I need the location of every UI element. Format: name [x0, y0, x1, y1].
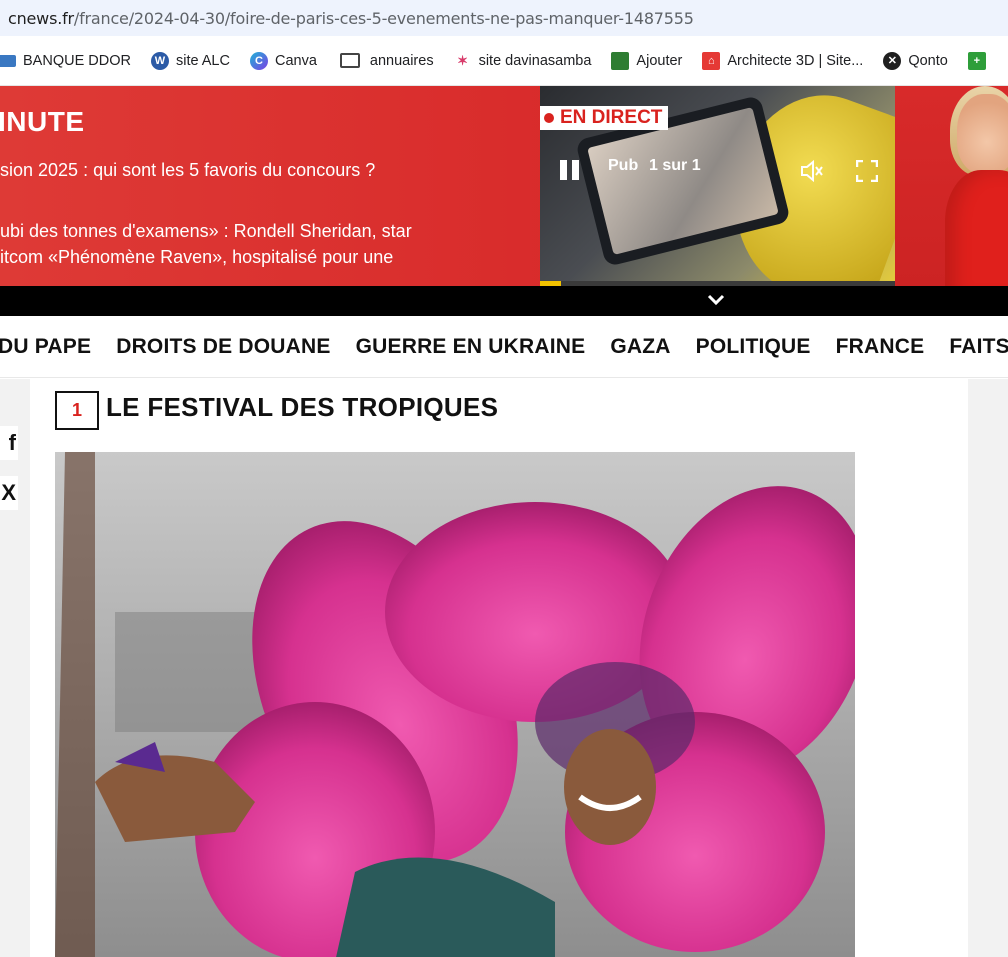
bookmark-site-alc[interactable]: W site ALC [150, 51, 230, 70]
headline-line: ubi des tonnes d'examens» : Rondell Sher… [0, 221, 412, 241]
bookmark-site-davinasamba[interactable]: ✶ site davinasamba [454, 52, 592, 70]
bookmark-architecte-3d[interactable]: ⌂ Architecte 3D | Site... [702, 51, 864, 70]
pause-icon[interactable] [560, 160, 582, 180]
bookmark-label: Qonto [908, 52, 948, 69]
plus-icon: + [967, 51, 986, 70]
ticker-heading: INUTE [0, 106, 85, 137]
facebook-icon: f [8, 430, 16, 455]
bookmark-label: annuaires [369, 52, 434, 69]
live-dot-icon [544, 113, 554, 123]
wordpress-icon: W [150, 51, 169, 70]
samba-logo-icon: ✶ [457, 52, 469, 68]
bookmarks-bar: BANQUE DDOR W site ALC C Canva annuaires… [0, 36, 1008, 86]
bookmark-plus[interactable]: + [967, 51, 993, 70]
bookmark-label: site davinasamba [478, 52, 592, 69]
bookmark-qonto[interactable]: ✕ Qonto [883, 51, 948, 70]
live-label: EN DIRECT [560, 107, 663, 128]
url-path: /france/2024-04-30/foire-de-paris-ces-5-… [73, 8, 694, 28]
url-domain: cnews.fr [8, 8, 74, 28]
book-icon [611, 51, 630, 70]
bookmark-label: site ALC [175, 52, 230, 69]
qonto-icon: ✕ [883, 51, 902, 70]
carnival-dancer-image [55, 452, 855, 957]
house-icon: ⌂ [702, 51, 721, 70]
x-share-button[interactable]: X [0, 476, 18, 510]
canva-icon: C [249, 51, 268, 70]
nav-item[interactable]: GAZA [610, 335, 670, 359]
section-title: LE FESTIVAL DES TROPIQUES [106, 392, 499, 422]
bookmark-ajouter[interactable]: Ajouter [611, 51, 683, 70]
address-bar[interactable]: cnews.fr/france/2024-04-30/foire-de-pari… [0, 0, 1008, 36]
nav-item[interactable]: FRANCE [836, 335, 925, 359]
fullscreen-icon[interactable] [855, 159, 879, 187]
ad-count: 1 sur 1 [649, 157, 701, 174]
bookmark-label: BANQUE DDOR [23, 52, 131, 69]
expand-bar[interactable] [0, 286, 1008, 316]
nav-item[interactable]: POLITIQUE [696, 335, 811, 359]
live-badge: EN DIRECT [540, 106, 669, 130]
nav-item[interactable]: GUERRE EN UKRAINE [356, 335, 586, 359]
ticker-headline[interactable]: ubi des tonnes d'examens» : Rondell Sher… [0, 218, 412, 270]
bookmark-banque-ddor[interactable]: BANQUE DDOR [0, 53, 131, 69]
folder-icon [339, 53, 360, 68]
x-icon: X [1, 480, 16, 505]
mute-icon[interactable] [800, 159, 824, 187]
category-nav: DU PAPE DROITS DE DOUANE GUERRE EN UKRAI… [0, 316, 1008, 378]
right-gutter [968, 379, 1008, 957]
presenter-image [895, 86, 1008, 286]
bookmark-canva[interactable]: C Canva [249, 51, 317, 70]
ad-label: Pub [608, 157, 639, 174]
article-photo[interactable] [55, 452, 855, 957]
ticker-headline[interactable]: sion 2025 : qui sont les 5 favoris du co… [0, 160, 375, 181]
bookmark-label: Ajouter [636, 52, 683, 69]
bookmark-annuaires[interactable]: annuaires [339, 52, 434, 69]
nav-item[interactable]: DROITS DE DOUANE [116, 335, 330, 359]
headline-line: itcom «Phénomène Raven», hospitalisé pou… [0, 247, 394, 267]
bookmark-label: Architecte 3D | Site... [727, 52, 864, 69]
facebook-share-button[interactable]: f [0, 426, 18, 460]
nav-item[interactable]: FAITS DI [949, 335, 1008, 359]
section-number-badge: 1 [55, 391, 99, 430]
left-gutter [0, 379, 30, 957]
chevron-down-icon[interactable] [706, 290, 726, 310]
bookmark-label: Canva [274, 52, 317, 69]
bank-icon [0, 54, 16, 67]
nav-item[interactable]: DU PAPE [0, 335, 91, 359]
